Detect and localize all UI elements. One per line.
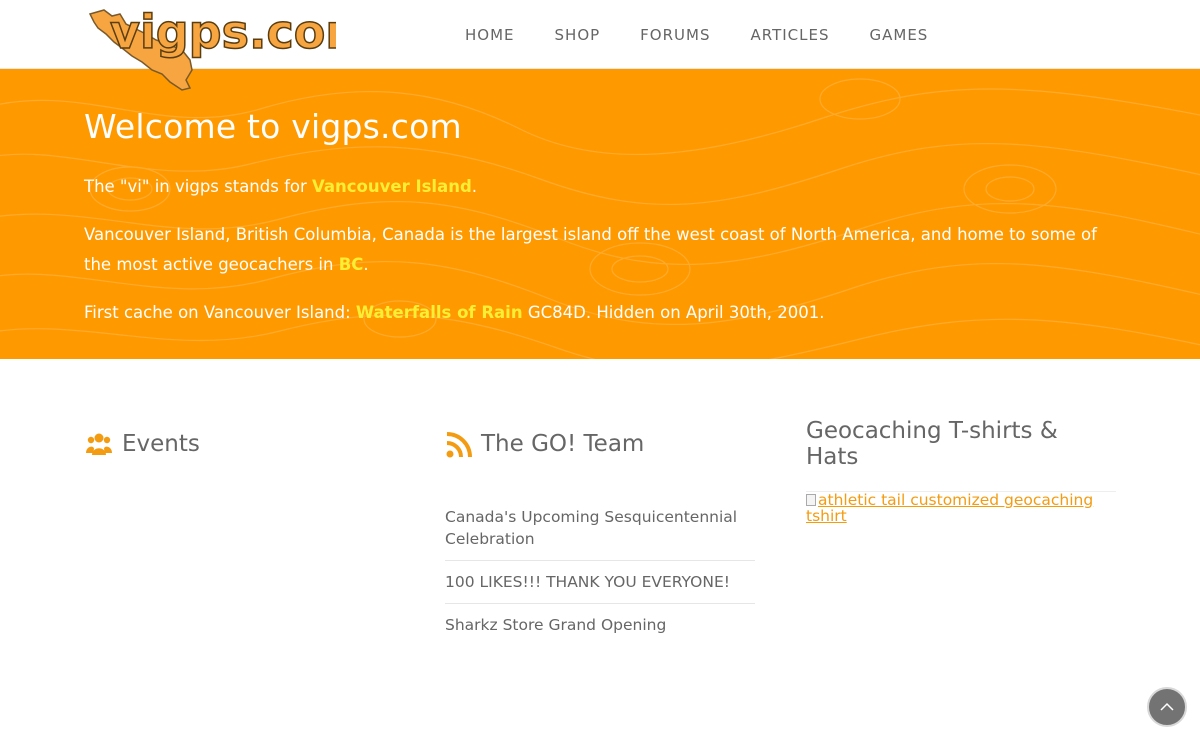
hero-p3-text: First cache on Vancouver Island: (84, 303, 356, 322)
shop-heading: Geocaching T-shirts & Hats (806, 418, 1058, 470)
list-item[interactable]: Canada's Upcoming Sesquicentennial Celeb… (445, 496, 755, 561)
go-team-news-list: Canada's Upcoming Sesquicentennial Celeb… (445, 496, 755, 646)
hero-p1-text: The "vi" in vigps stands for (84, 177, 313, 196)
main-nav: HOME SHOP FORUMS ARTICLES GAMES (445, 0, 948, 69)
hero-p2-text: Vancouver Island, British Columbia, Cana… (84, 225, 1097, 274)
go-team-title: The GO! Team (481, 431, 645, 457)
go-team-widget: The GO! Team Canada's Upcoming Sesquicen… (445, 427, 755, 646)
chevron-up-icon (1160, 702, 1174, 711)
go-team-heading: The GO! Team (445, 427, 755, 461)
scroll-to-top-button[interactable] (1147, 687, 1187, 727)
vancouver-island-logo-icon: vigps.com (88, 4, 336, 91)
events-title: Events (122, 431, 200, 457)
hero-paragraph-1: The "vi" in vigps stands for Vancouver I… (84, 172, 1114, 202)
nav-games[interactable]: GAMES (850, 26, 949, 44)
content-columns: Events The GO! Team Canada's Upcoming Se… (0, 359, 1200, 739)
events-heading: Events (86, 427, 386, 461)
shop-image-box: athletic tail customized geocaching tshi… (806, 491, 1116, 524)
hero-banner: Welcome to vigps.com The "vi" in vigps s… (0, 69, 1200, 359)
tshirt-image-link[interactable]: athletic tail customized geocaching tshi… (806, 492, 1116, 524)
list-item[interactable]: Sharkz Store Grand Opening (445, 604, 755, 646)
site-logo[interactable]: vigps.com (86, 4, 336, 94)
vancouver-island-link[interactable]: Vancouver Island (312, 177, 472, 196)
events-widget: Events (86, 427, 386, 461)
hero-paragraph-3: First cache on Vancouver Island: Waterfa… (84, 298, 1114, 328)
logo-text: vigps.com (110, 5, 336, 59)
nav-shop[interactable]: SHOP (535, 26, 621, 44)
hero-paragraph-2: Vancouver Island, British Columbia, Cana… (84, 220, 1114, 280)
site-header: vigps.com HOME SHOP FORUMS ARTICLES GAME… (0, 0, 1200, 91)
tshirt-image-alt: athletic tail customized geocaching tshi… (806, 491, 1094, 525)
nav-forums[interactable]: FORUMS (620, 26, 730, 44)
shop-widget: Geocaching T-shirts & Hats athletic tail… (806, 418, 1116, 524)
nav-articles[interactable]: ARTICLES (730, 26, 849, 44)
hero-p2-suffix: . (363, 255, 369, 274)
hero-p3-suffix: GC84D. Hidden on April 30th, 2001. (522, 303, 825, 322)
waterfalls-of-rain-link[interactable]: Waterfalls of Rain (356, 303, 523, 322)
list-item[interactable]: 100 LIKES!!! THANK YOU EVERYONE! (445, 561, 755, 604)
rss-icon (445, 431, 473, 458)
broken-image-icon (806, 494, 816, 506)
bc-link[interactable]: BC (339, 255, 364, 274)
users-icon (86, 431, 114, 457)
hero-title: Welcome to vigps.com (84, 107, 462, 146)
hero-content: Welcome to vigps.com The "vi" in vigps s… (84, 107, 1114, 346)
nav-home[interactable]: HOME (445, 26, 535, 44)
hero-p1-suffix: . (471, 177, 478, 196)
